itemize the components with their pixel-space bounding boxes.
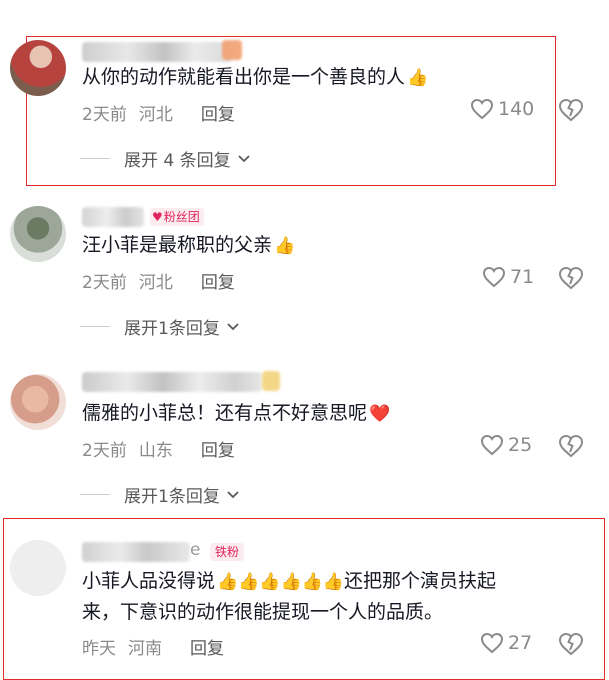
comment-time: 昨天 [82, 639, 116, 659]
comment-time: 2天前 [82, 105, 127, 125]
username-emoji-blurred [222, 40, 242, 60]
reply-button[interactable]: 回复 [201, 441, 235, 461]
avatar[interactable] [10, 540, 66, 596]
avatar[interactable] [10, 40, 66, 96]
comment-time: 2天前 [82, 273, 127, 293]
like-button[interactable]: 140 [470, 98, 534, 120]
expand-replies-button[interactable]: 展开 4 条回复 [80, 146, 251, 171]
expand-replies-button[interactable]: 展开1条回复 [80, 482, 240, 507]
username-emoji-blurred [262, 371, 280, 391]
like-button[interactable]: 25 [480, 434, 532, 456]
dislike-broken-heart-icon[interactable] [558, 632, 584, 656]
dislike-broken-heart-icon[interactable] [558, 434, 584, 458]
dislike-broken-heart-icon[interactable] [558, 98, 584, 122]
avatar[interactable] [10, 374, 66, 430]
thumbs-up-emoji-run: 👍👍👍👍👍👍 [217, 572, 345, 592]
username-visible-suffix[interactable]: e [190, 540, 200, 560]
username-blurred[interactable] [82, 207, 144, 227]
iron-fan-badge: 铁粉 [210, 543, 245, 561]
like-count: 25 [508, 434, 533, 456]
divider-line [80, 494, 110, 495]
expand-replies-label: 展开 4 条回复 [124, 151, 231, 171]
like-heart-icon [480, 434, 504, 456]
username-blurred[interactable] [82, 42, 232, 62]
comment-location: 河北 [138, 273, 173, 293]
comment-text: 儒雅的小菲总！还有点不好意思呢 ❤️ [82, 398, 572, 429]
divider-line [80, 326, 110, 327]
username-blurred[interactable] [82, 542, 190, 562]
expand-replies-label: 展开1条回复 [124, 487, 220, 507]
like-heart-icon [470, 98, 494, 120]
comment-text: 从你的动作就能看出你是一个善良的人 👍 [82, 62, 572, 93]
like-heart-icon [482, 266, 506, 288]
like-count: 71 [510, 266, 535, 288]
fan-club-badge: ♥粉丝团 [150, 208, 204, 226]
comment-meta: 2天前 河北 回复 [82, 100, 247, 125]
username-blurred[interactable] [82, 372, 262, 392]
comment-text: 汪小菲是最称职的父亲 👍 [82, 230, 572, 261]
heart-emoji: ❤️ [369, 404, 391, 424]
dislike-broken-heart-icon[interactable] [558, 266, 584, 290]
expand-replies-label: 展开1条回复 [124, 319, 220, 339]
chevron-down-icon [227, 490, 239, 498]
like-button[interactable]: 71 [482, 266, 534, 288]
comment-meta: 2天前 河北 回复 [82, 268, 247, 293]
divider-line [80, 158, 110, 159]
comment-location: 河南 [128, 639, 162, 659]
comment-time: 2天前 [82, 441, 127, 461]
fan-club-heart-icon: ♥ [152, 210, 163, 224]
like-count: 27 [508, 632, 533, 654]
like-button[interactable]: 27 [480, 632, 532, 654]
reply-button[interactable]: 回复 [201, 273, 235, 293]
like-heart-icon [480, 632, 504, 654]
avatar[interactable] [10, 206, 66, 262]
comment-location: 山东 [138, 441, 173, 461]
expand-replies-button[interactable]: 展开1条回复 [80, 314, 240, 339]
reply-button[interactable]: 回复 [190, 639, 224, 659]
chevron-down-icon [237, 154, 250, 162]
comment-location: 河北 [138, 105, 173, 125]
comment-meta: 昨天 河南 回复 [82, 634, 236, 659]
comment-text: 小菲人品没得说 👍👍👍👍👍👍还把那个演员扶起 来，下意识的动作很能提现一个人的品质… [82, 566, 582, 627]
comment-meta: 2天前 山东 回复 [82, 436, 247, 461]
thumbs-up-emoji: 👍 [407, 68, 429, 88]
chevron-down-icon [227, 322, 239, 330]
reply-button[interactable]: 回复 [201, 105, 235, 125]
thumbs-up-emoji: 👍 [274, 236, 296, 256]
like-count: 140 [498, 98, 535, 120]
